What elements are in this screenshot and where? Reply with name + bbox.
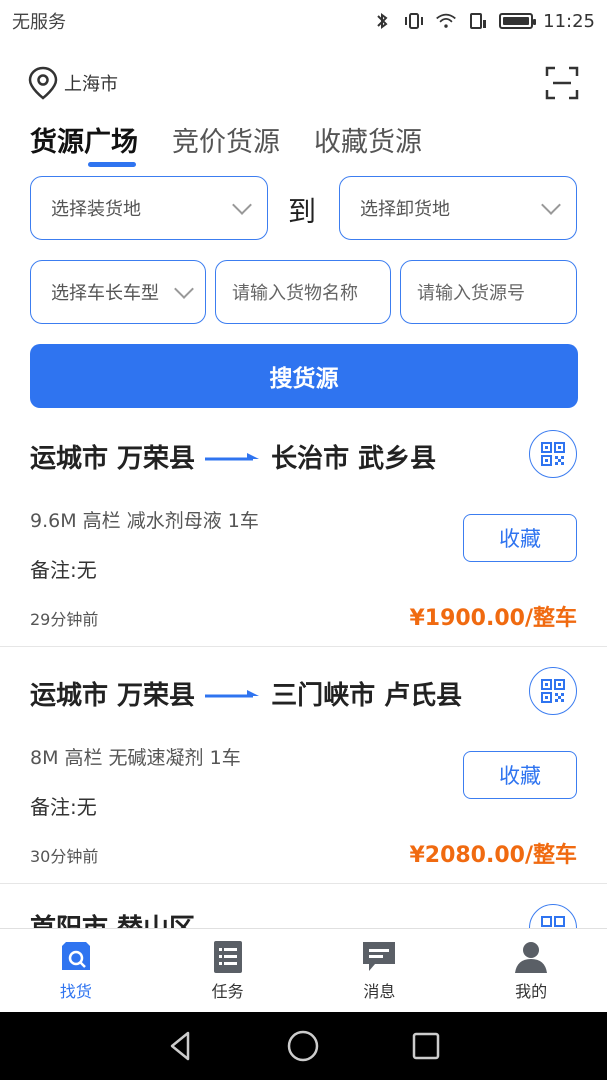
vehicle-type-placeholder: 选择车长车型: [51, 283, 159, 304]
route-origin: 运城市 万荣县: [30, 681, 196, 711]
task-list-icon: [213, 940, 242, 973]
chevron-down-icon: [174, 278, 194, 299]
unload-location-select[interactable]: 选择卸货地: [339, 176, 577, 240]
nav-label: 消息: [363, 981, 396, 1001]
favorite-button[interactable]: 收藏: [463, 751, 577, 799]
nav-label: 找货: [59, 981, 92, 1001]
route-arrow-icon: [205, 689, 260, 697]
route-destination: 长治市 武乡县: [271, 444, 437, 474]
qr-code-button[interactable]: [529, 904, 577, 928]
nav-label: 任务: [211, 981, 244, 1001]
clock-text: 11:25: [543, 10, 595, 32]
tab-cargo-square[interactable]: 货源广场: [30, 120, 138, 167]
back-icon[interactable]: [164, 1029, 198, 1063]
location-selector[interactable]: 上海市: [28, 66, 118, 100]
posted-time: 30分钟前: [30, 847, 99, 866]
price: ¥1900.00/整车: [409, 606, 577, 631]
tab-bidding-cargo[interactable]: 竞价货源: [172, 120, 280, 167]
qr-code-icon: [541, 442, 565, 466]
cargo-listing-card-partial[interactable]: 首阳市 替山区: [0, 884, 607, 928]
message-icon: [363, 941, 396, 971]
cargo-name-input[interactable]: 请输入货物名称: [215, 260, 391, 324]
remark-value: 无: [76, 795, 97, 819]
remark: 备注: 无: [30, 791, 97, 820]
system-nav-bar: [0, 1012, 607, 1080]
qr-code-button[interactable]: [529, 667, 577, 715]
route: 运城市 万荣县 三门峡市 卢氏县: [30, 675, 462, 712]
chevron-down-icon: [232, 194, 252, 215]
location-label: 上海市: [64, 74, 118, 95]
load-location-placeholder: 选择装货地: [51, 199, 141, 220]
favorite-button[interactable]: 收藏: [463, 514, 577, 562]
route: 首阳市 替山区: [30, 908, 195, 928]
scan-icon[interactable]: [545, 66, 579, 100]
unload-location-placeholder: 选择卸货地: [360, 199, 450, 220]
nav-profile[interactable]: 我的: [455, 929, 607, 1012]
vehicle-type-select[interactable]: 选择车长车型: [30, 260, 206, 324]
battery-icon: [499, 13, 537, 29]
remark: 备注: 无: [30, 554, 97, 583]
cargo-name-placeholder: 请输入货物名称: [232, 283, 358, 304]
remark-value: 无: [76, 558, 97, 582]
find-cargo-icon: [61, 941, 90, 970]
vibrate-icon: [405, 13, 424, 29]
cargo-listing-card[interactable]: 运城市 万荣县 三门峡市 卢氏县 8M 高栏 无碱速凝剂 1车 备注: 无 30…: [0, 647, 607, 884]
cargo-info: 9.6M 高栏 减水剂母液 1车: [30, 510, 259, 532]
nav-tasks[interactable]: 任务: [152, 929, 304, 1012]
route-origin: 首阳市 替山区: [30, 908, 195, 928]
profile-icon: [515, 941, 548, 973]
remark-label: 备注:: [30, 795, 77, 819]
nav-messages[interactable]: 消息: [304, 929, 456, 1012]
route-arrow-icon: [205, 452, 260, 460]
route-origin: 运城市 万荣县: [30, 444, 196, 474]
route-destination: 三门峡市 卢氏县: [271, 681, 463, 711]
search-cargo-button[interactable]: 搜货源: [30, 344, 578, 408]
carrier-text: 无服务: [12, 12, 66, 33]
tab-favorite-cargo[interactable]: 收藏货源: [314, 120, 422, 167]
cargo-number-input[interactable]: 请输入货源号: [400, 260, 577, 324]
status-bar: 无服务 11:25: [0, 0, 607, 42]
route: 运城市 万荣县 长治市 武乡县: [30, 438, 436, 475]
category-tabs: 货源广场 竞价货源 收藏货源: [30, 120, 422, 167]
nav-find-cargo[interactable]: 找货: [0, 929, 152, 1012]
chevron-down-icon: [541, 194, 561, 215]
recents-icon[interactable]: [409, 1029, 443, 1063]
home-icon[interactable]: [286, 1029, 320, 1063]
cargo-listing-card[interactable]: 运城市 万荣县 长治市 武乡县 9.6M 高栏 减水剂母液 1车 备注: 无 2…: [0, 410, 607, 647]
status-icons: 11:25: [371, 11, 595, 32]
posted-time: 29分钟前: [30, 610, 99, 629]
cargo-info: 8M 高栏 无碱速凝剂 1车: [30, 747, 241, 769]
qr-code-button[interactable]: [529, 430, 577, 478]
qr-code-icon: [541, 679, 565, 703]
remark-label: 备注:: [30, 558, 77, 582]
wifi-icon: [436, 13, 456, 28]
qr-code-icon: [541, 916, 565, 927]
location-pin-icon: [28, 66, 58, 100]
cargo-number-placeholder: 请输入货源号: [417, 283, 525, 304]
bluetooth-icon: [377, 13, 388, 29]
nav-label: 我的: [515, 981, 548, 1001]
signal-icon: [470, 13, 487, 29]
bottom-nav: 找货 任务 消息 我的: [0, 928, 607, 1012]
price: ¥2080.00/整车: [409, 843, 577, 868]
load-location-select[interactable]: 选择装货地: [30, 176, 268, 240]
to-label: 到: [288, 195, 317, 228]
